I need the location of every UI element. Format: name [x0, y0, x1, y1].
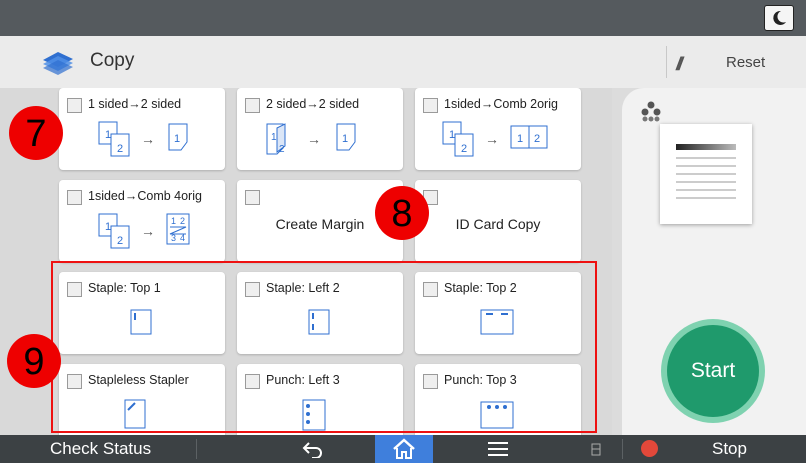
svg-text:2: 2: [117, 235, 123, 247]
checkbox[interactable]: [67, 190, 82, 205]
top-status-bar: [0, 0, 806, 36]
tile-label: 1 sided→2 sided: [88, 97, 182, 111]
duplex-illustration: 1 2 → 1: [98, 121, 188, 157]
reset-icon[interactable]: //: [676, 54, 683, 75]
highlight-box: [51, 261, 597, 433]
back-icon[interactable]: [302, 440, 324, 458]
svg-text:1: 1: [174, 133, 180, 145]
checkbox[interactable]: [245, 190, 260, 205]
bottom-divider: [196, 439, 197, 459]
tile-2sided-2sided[interactable]: 2 sided→2 sided 1 2 → 1: [237, 88, 403, 170]
menu-icon[interactable]: [488, 441, 508, 457]
moon-icon: [773, 10, 786, 25]
svg-text:1: 1: [171, 216, 176, 226]
svg-text:1: 1: [342, 133, 348, 145]
checkbox[interactable]: [67, 98, 82, 113]
callout-8: 8: [375, 186, 429, 240]
svg-text:→: →: [485, 131, 499, 147]
tile-1sided-comb4[interactable]: 1sided→Comb 4orig 1 2 → 1 2 3 4: [59, 180, 225, 262]
svg-text:2: 2: [534, 133, 540, 145]
start-button[interactable]: Start: [667, 325, 759, 417]
callout-9: 9: [7, 334, 61, 388]
combine-illustration: 1 2 → 1 2: [442, 121, 548, 157]
copy-icon: [43, 52, 73, 75]
bottom-bar: Check Status Stop: [0, 435, 806, 463]
svg-text:2: 2: [461, 143, 467, 155]
svg-text:1: 1: [271, 132, 277, 143]
checkbox[interactable]: [423, 98, 438, 113]
svg-text:1: 1: [449, 129, 455, 141]
page-title: Copy: [90, 50, 135, 71]
svg-text:1: 1: [105, 221, 111, 233]
svg-text:→: →: [307, 131, 321, 147]
svg-text:→: →: [141, 131, 155, 147]
combine-illustration: 1 2 → 1 2 3 4: [98, 213, 190, 249]
stop-icon[interactable]: [641, 440, 658, 457]
tile-1sided-comb2[interactable]: 1sided→Comb 2orig 1 2 → 1 2: [415, 88, 581, 170]
tile-1sided-2sided[interactable]: 1 sided→2 sided 1 2 → 1: [59, 88, 225, 170]
reset-button[interactable]: Reset: [726, 54, 765, 71]
callout-7: 7: [9, 106, 63, 160]
tile-label: 1sided→Comb 2orig: [444, 97, 558, 111]
svg-text:2: 2: [180, 216, 185, 226]
tile-label: ID Card Copy: [455, 216, 541, 232]
stop-button[interactable]: Stop: [712, 439, 747, 459]
storage-icon: [591, 443, 601, 456]
tile-label: 1sided→Comb 4orig: [88, 189, 202, 203]
color-mode-icon[interactable]: [639, 100, 663, 122]
header-divider: [666, 46, 667, 78]
home-button[interactable]: [375, 435, 433, 463]
bottom-divider: [622, 439, 623, 459]
tile-id-card-copy[interactable]: ID Card Copy: [415, 180, 581, 262]
energy-saver-button[interactable]: [764, 5, 794, 31]
duplex-illustration: 1 2 → 1: [266, 123, 356, 155]
app-header: Copy // Reset: [0, 36, 806, 88]
svg-text:→: →: [141, 223, 155, 239]
checkbox[interactable]: [245, 98, 260, 113]
document-preview: [660, 124, 752, 224]
svg-text:2: 2: [117, 143, 123, 155]
svg-text:1: 1: [105, 129, 111, 141]
svg-text:1: 1: [517, 133, 523, 145]
home-icon: [393, 438, 415, 459]
tile-label: 2 sided→2 sided: [266, 97, 360, 111]
svg-text:2: 2: [279, 144, 285, 155]
check-status-button[interactable]: Check Status: [50, 439, 151, 459]
